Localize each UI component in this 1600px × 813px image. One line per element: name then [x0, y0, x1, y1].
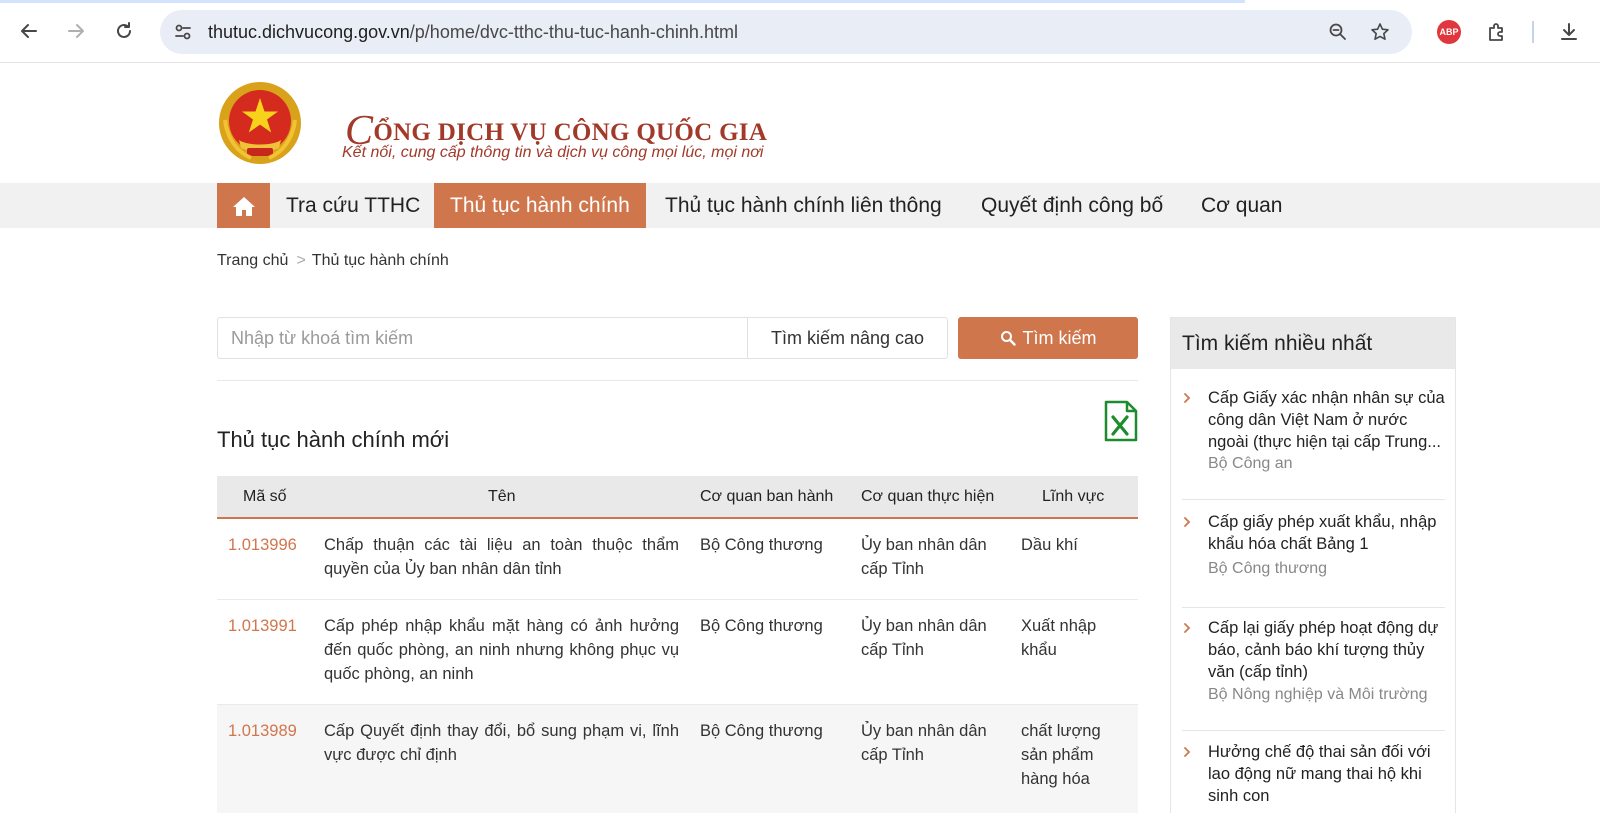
procedure-field: Xuất nhập khẩu [1021, 617, 1097, 659]
section-title: Thủ tục hành chính mới [217, 427, 450, 452]
most-searched-item-title[interactable]: Cấp giấy phép xuất khẩu, nhập khẩu hóa c… [1208, 511, 1446, 555]
browser-toolbar: thutuc.dichvucong.gov.vn/p/home/dvc-tthc… [0, 0, 1600, 63]
table-row[interactable]: 1.013989 Cấp Quyết định thay đổi, bổ sun… [217, 705, 1138, 813]
procedure-executor: Ủy ban nhân dân cấp Tỉnh [861, 536, 987, 578]
breadcrumb-home[interactable]: Trang chủ [217, 252, 288, 269]
most-searched-item[interactable]: Cấp giấy phép xuất khẩu, nhập khẩu hóa c… [1182, 511, 1445, 608]
most-searched-item-agency: Bộ Nông nghiệp và Môi trường [1208, 686, 1428, 703]
extensions-puzzle-icon[interactable] [1483, 18, 1511, 46]
column-header-executor: Cơ quan thực hiện [861, 487, 995, 505]
home-icon[interactable] [217, 183, 270, 228]
most-searched-item-title[interactable]: Cấp Giấy xác nhận nhân sự của công dân V… [1208, 387, 1446, 453]
chevron-right-icon [1182, 617, 1196, 639]
breadcrumb-separator: > [296, 252, 306, 269]
column-header-code: Mã số [243, 487, 287, 505]
nav-tra-cuu-tthc[interactable]: Tra cứu TTHC [286, 183, 420, 228]
procedure-field: Dầu khí [1021, 536, 1078, 554]
site-slogan: Kết nối, cung cấp thông tin và dịch vụ c… [342, 144, 764, 161]
site-title-rest: ỔNG DỊCH VỤ CÔNG QUỐC GIA [373, 119, 768, 146]
column-header-field: Lĩnh vực [1042, 487, 1105, 505]
nav-co-quan[interactable]: Cơ quan [1201, 183, 1283, 228]
table-row[interactable]: 1.013996 Chấp thuận các tài liệu an toàn… [217, 519, 1138, 600]
procedure-issuer: Bộ Công thương [700, 617, 823, 635]
procedure-executor: Ủy ban nhân dân cấp Tỉnh [861, 617, 987, 659]
procedure-code[interactable]: 1.013996 [228, 533, 297, 557]
column-header-issuer: Cơ quan ban hành [700, 487, 834, 505]
most-searched-title: Tìm kiếm nhiều nhất [1171, 318, 1455, 369]
reload-icon[interactable] [109, 16, 139, 46]
chevron-right-icon [1182, 741, 1196, 763]
procedure-issuer: Bộ Công thương [700, 722, 823, 740]
procedure-name[interactable]: Cấp Quyết định thay đổi, bổ sung phạm vi… [324, 719, 679, 767]
tab-strip-edge [0, 0, 1245, 3]
search-box: Tìm kiếm nâng cao [217, 317, 948, 359]
site-info-icon[interactable] [168, 17, 198, 47]
most-searched-item-title[interactable]: Hưởng chế độ thai sản đối với lao động n… [1208, 741, 1446, 807]
back-arrow-icon[interactable] [14, 16, 44, 46]
adblock-icon[interactable]: ABP [1437, 20, 1461, 44]
search-icon [1000, 331, 1016, 346]
most-searched-item-title[interactable]: Cấp lại giấy phép hoạt động dự báo, cảnh… [1208, 617, 1446, 683]
address-bar[interactable]: thutuc.dichvucong.gov.vn/p/home/dvc-tthc… [160, 10, 1412, 54]
most-searched-item[interactable]: Cấp lại giấy phép hoạt động dự báo, cảnh… [1182, 617, 1445, 731]
main-nav: Tra cứu TTHC Thủ tục hành chính Thủ tục … [0, 183, 1600, 228]
most-searched-item-agency: Bộ Công an [1208, 455, 1293, 472]
procedures-table: Mã số Tên Cơ quan ban hành Cơ quan thực … [217, 476, 1138, 813]
forward-arrow-icon[interactable] [61, 16, 91, 46]
search-divider [217, 380, 1138, 381]
procedure-issuer: Bộ Công thương [700, 536, 823, 554]
toolbar-separator [1532, 21, 1534, 43]
procedure-code[interactable]: 1.013989 [228, 719, 297, 743]
nav-quyet-dinh-cong-bo[interactable]: Quyết định công bố [981, 183, 1163, 228]
zoom-icon[interactable] [1325, 19, 1351, 45]
breadcrumb-current: Thủ tục hành chính [311, 252, 449, 269]
nav-thu-tuc-lien-thong[interactable]: Thủ tục hành chính liên thông [665, 183, 942, 228]
chevron-right-icon [1182, 511, 1196, 533]
url-path: /p/home/dvc-tthc-thu-tuc-hanh-chinh.html [409, 22, 738, 42]
advanced-search-button[interactable]: Tìm kiếm nâng cao [747, 318, 947, 358]
procedure-name[interactable]: Chấp thuận các tài liệu an toàn thuộc th… [324, 533, 679, 581]
url-text: thutuc.dichvucong.gov.vn/p/home/dvc-tthc… [208, 22, 738, 43]
nav-thu-tuc-hanh-chinh[interactable]: Thủ tục hành chính [434, 183, 646, 228]
column-header-name: Tên [488, 487, 516, 505]
procedure-executor: Ủy ban nhân dân cấp Tỉnh [861, 722, 987, 764]
national-emblem-logo[interactable] [217, 80, 303, 166]
excel-export-icon[interactable] [1104, 400, 1138, 442]
search-button[interactable]: Tìm kiếm [958, 317, 1138, 359]
breadcrumb: Trang chủ > Thủ tục hành chính [217, 252, 449, 270]
most-searched-panel: Tìm kiếm nhiều nhất Cấp Giấy xác nhận nh… [1170, 317, 1456, 813]
most-searched-item-agency: Bộ Công thương [1208, 560, 1328, 577]
search-button-label: Tìm kiếm [1022, 327, 1097, 348]
procedure-code[interactable]: 1.013991 [228, 614, 297, 638]
table-header: Mã số Tên Cơ quan ban hành Cơ quan thực … [217, 476, 1138, 519]
procedure-name[interactable]: Cấp phép nhập khẩu mặt hàng có ảnh hưởng… [324, 614, 679, 686]
most-searched-item[interactable]: Hưởng chế độ thai sản đối với lao động n… [1182, 741, 1445, 813]
chevron-right-icon [1182, 387, 1196, 409]
most-searched-item[interactable]: Cấp Giấy xác nhận nhân sự của công dân V… [1182, 387, 1445, 500]
url-host: thutuc.dichvucong.gov.vn [208, 22, 410, 42]
procedure-field: chất lượng sản phẩm hàng hóa [1021, 722, 1101, 788]
table-row[interactable]: 1.013991 Cấp phép nhập khẩu mặt hàng có … [217, 600, 1138, 705]
search-input[interactable] [218, 318, 748, 358]
download-icon[interactable] [1554, 17, 1584, 47]
bookmark-star-icon[interactable] [1367, 19, 1393, 45]
